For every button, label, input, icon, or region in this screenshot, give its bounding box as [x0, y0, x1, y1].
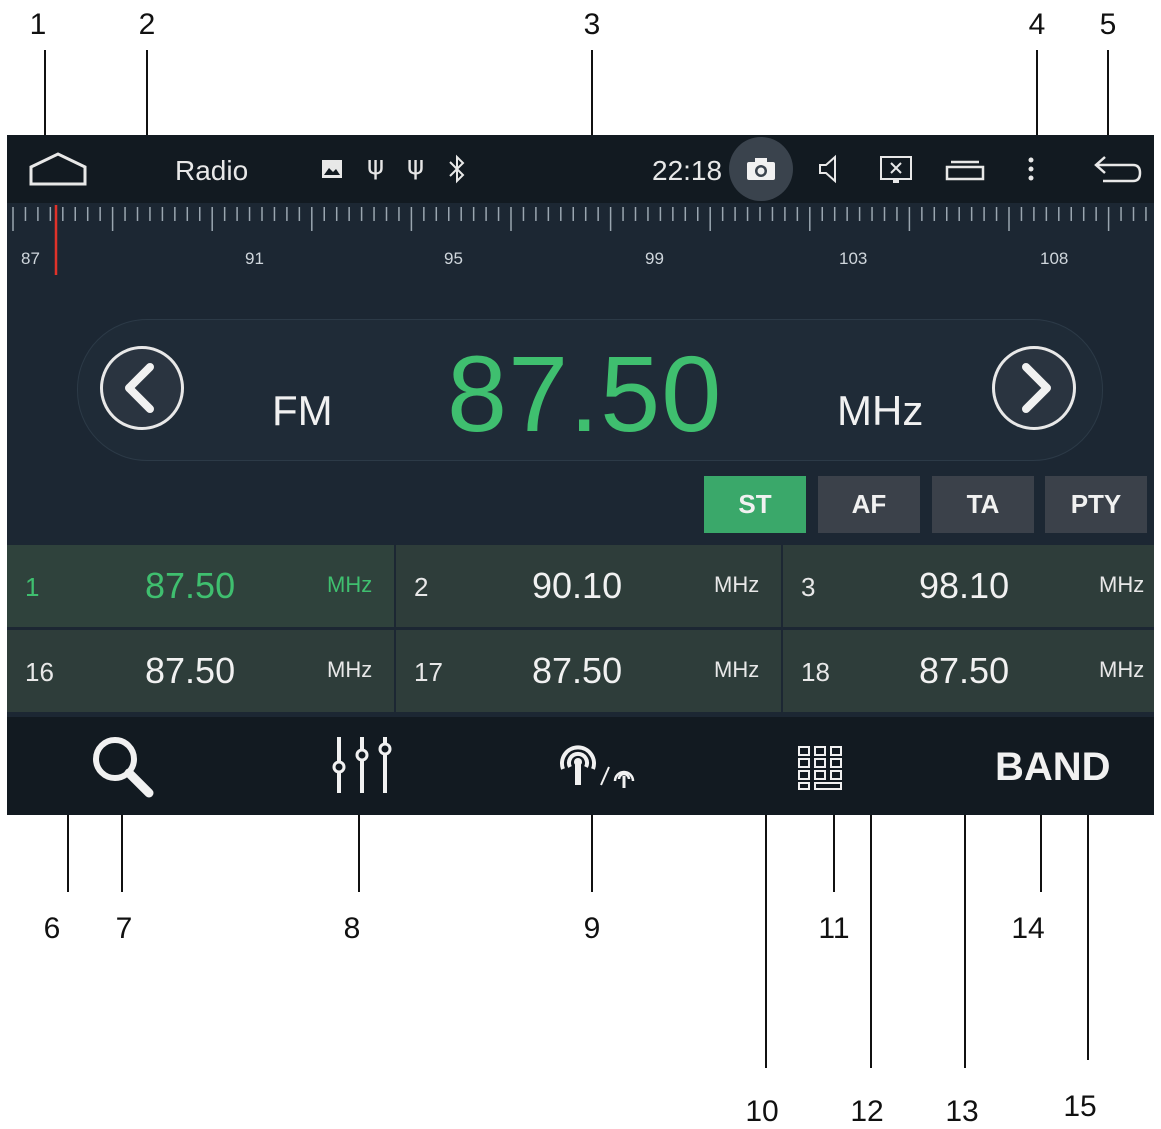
preset-item[interactable]: 18 87.50 MHz — [783, 630, 1154, 712]
chevron-right-icon — [1022, 363, 1051, 413]
callout-1: 1 — [29, 8, 47, 41]
preset-unit: MHz — [327, 657, 373, 682]
preset-item[interactable]: 1 87.50 MHz — [7, 545, 394, 627]
st-button[interactable]: ST — [704, 476, 806, 533]
callout-5: 5 — [1099, 8, 1117, 41]
clock: 22:18 — [652, 155, 723, 186]
home-icon[interactable] — [27, 151, 89, 187]
usb-icon: ψ — [367, 151, 385, 181]
keypad-icon[interactable] — [797, 745, 843, 791]
preset-unit: MHz — [714, 572, 760, 597]
callout-9: 9 — [583, 912, 601, 945]
callout-10: 10 — [745, 1095, 779, 1128]
recent-apps-icon[interactable] — [945, 159, 985, 181]
dial-label: 108 — [1040, 249, 1069, 268]
callout-6: 6 — [43, 912, 61, 945]
preset-number: 3 — [801, 572, 816, 602]
status-bar: Radio ψ ψ 22:18 — [7, 135, 1154, 203]
seek-up-button[interactable] — [992, 346, 1076, 430]
preset-unit: MHz — [1099, 657, 1145, 682]
search-icon[interactable] — [89, 733, 159, 803]
screen-off-icon[interactable] — [879, 155, 913, 185]
equalizer-icon[interactable] — [329, 733, 395, 797]
preset-item[interactable]: 17 87.50 MHz — [396, 630, 781, 712]
radio-screen: Radio ψ ψ 22:18 87 91 95 99 103 108 FM 8… — [7, 135, 1154, 815]
volume-icon[interactable] — [817, 153, 843, 185]
camera-icon — [747, 158, 775, 180]
back-icon[interactable] — [1093, 153, 1143, 185]
preset-frequency: 98.10 — [919, 565, 1010, 606]
preset-frequency: 87.50 — [145, 650, 236, 691]
callout-12: 12 — [850, 1095, 884, 1128]
preset-number: 17 — [414, 657, 443, 687]
callout-2: 2 — [138, 8, 156, 41]
preset-number: 16 — [25, 657, 54, 687]
bluetooth-icon — [449, 154, 465, 184]
seek-down-button[interactable] — [100, 346, 184, 430]
preset-unit: MHz — [327, 572, 373, 597]
bottom-bar — [7, 717, 1154, 815]
preset-frequency: 87.50 — [145, 565, 236, 606]
callout-8: 8 — [343, 912, 361, 945]
antenna-icon[interactable] — [553, 741, 643, 793]
callout-3: 3 — [583, 8, 601, 41]
preset-unit: MHz — [1099, 572, 1145, 597]
preset-frequency: 87.50 — [919, 650, 1010, 691]
more-icon[interactable] — [1027, 157, 1035, 181]
app-title: Radio — [175, 155, 249, 186]
preset-frequency: 87.50 — [532, 650, 623, 691]
dial-label: 99 — [645, 249, 664, 268]
dial-label: 103 — [839, 249, 868, 268]
preset-number: 1 — [25, 572, 40, 602]
callout-14: 14 — [1011, 912, 1045, 945]
callout-11: 11 — [818, 912, 850, 945]
preset-number: 18 — [801, 657, 830, 687]
preset-list: 1 87.50 MHz 2 90.10 MHz 3 98.10 MHz 16 8… — [7, 545, 1154, 715]
band-button[interactable]: BAND — [995, 745, 1111, 790]
preset-unit: MHz — [714, 657, 760, 682]
af-button[interactable]: AF — [818, 476, 920, 533]
frequency-display: 87.50 — [447, 333, 723, 454]
band-label: FM — [272, 387, 333, 434]
callout-4: 4 — [1028, 8, 1046, 41]
chevron-left-icon — [125, 363, 154, 413]
preset-number: 2 — [414, 572, 429, 602]
ta-button[interactable]: TA — [932, 476, 1034, 533]
preset-item[interactable]: 2 90.10 MHz — [396, 545, 781, 627]
preset-item[interactable]: 3 98.10 MHz — [783, 545, 1154, 627]
preset-frequency: 90.10 — [532, 565, 623, 606]
camera-button[interactable] — [729, 137, 793, 201]
usb-icon: ψ — [407, 151, 425, 181]
pty-button[interactable]: PTY — [1045, 476, 1147, 533]
dial-label: 91 — [245, 249, 264, 268]
frequency-dial[interactable] — [7, 203, 1154, 293]
frequency-unit: MHz — [837, 387, 924, 434]
image-icon — [322, 160, 342, 178]
preset-item[interactable]: 16 87.50 MHz — [7, 630, 394, 712]
dial-label: 87 — [21, 249, 40, 268]
callout-15: 15 — [1063, 1090, 1097, 1123]
callout-13: 13 — [945, 1095, 979, 1128]
callout-7: 7 — [115, 912, 133, 945]
dial-label: 95 — [444, 249, 463, 268]
